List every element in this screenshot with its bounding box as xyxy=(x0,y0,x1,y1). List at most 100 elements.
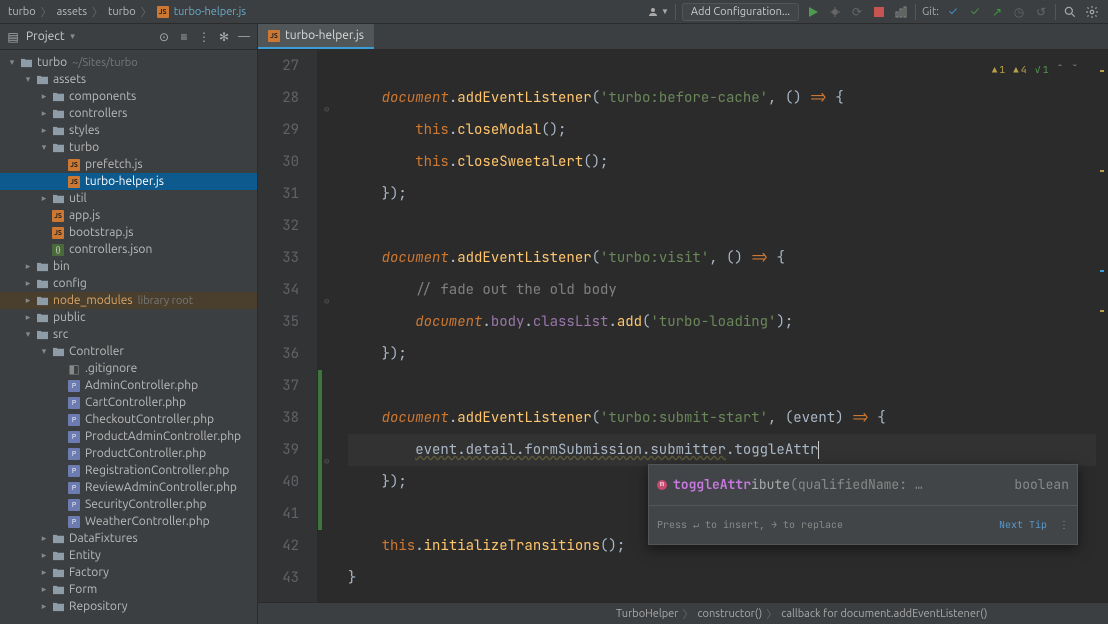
expand-arrow-icon[interactable]: ▸ xyxy=(38,91,50,102)
expand-arrow-icon[interactable]: ▸ xyxy=(22,261,34,272)
tree-item[interactable]: ▸node_moduleslibrary root xyxy=(0,292,257,309)
tree-item[interactable]: PReviewAdminController.php xyxy=(0,479,257,496)
hide-icon[interactable]: — xyxy=(237,30,251,44)
tree-item[interactable]: ▸Repository xyxy=(0,598,257,615)
tree-item[interactable]: ▾src xyxy=(0,326,257,343)
line-gutter[interactable]: 2728293031323334353637383940414243 xyxy=(258,50,318,602)
project-view-icon[interactable]: ▤ xyxy=(6,30,20,44)
breadcrumb-file[interactable]: turbo-helper.js xyxy=(174,6,246,18)
git-rollback-icon[interactable]: ↺ xyxy=(1033,4,1049,20)
tree-item[interactable]: ▸Entity xyxy=(0,547,257,564)
tree-item[interactable]: PWeatherController.php xyxy=(0,513,257,530)
tree-item[interactable]: JSturbo-helper.js xyxy=(0,173,257,190)
expand-arrow-icon[interactable]: ▸ xyxy=(38,584,50,595)
line-number[interactable]: 39 xyxy=(258,434,299,466)
tree-item[interactable]: PProductAdminController.php xyxy=(0,428,257,445)
tree-item[interactable]: ▸components xyxy=(0,88,257,105)
tree-item[interactable]: ▸controllers xyxy=(0,105,257,122)
tree-item[interactable]: PCartController.php xyxy=(0,394,257,411)
tree-item[interactable]: ▸styles xyxy=(0,122,257,139)
stop-icon[interactable] xyxy=(871,4,887,20)
expand-arrow-icon[interactable]: ▸ xyxy=(22,278,34,289)
expand-arrow-icon[interactable]: ▾ xyxy=(22,74,34,85)
expand-arrow-icon[interactable]: ▸ xyxy=(22,312,34,323)
line-number[interactable]: 28 xyxy=(258,82,299,114)
completion-item[interactable]: m toggleAttribute(qualifiedName: … boole… xyxy=(649,465,1077,505)
tree-item[interactable]: ▸DataFixtures xyxy=(0,530,257,547)
expand-arrow-icon[interactable]: ▸ xyxy=(38,601,50,612)
tree-item[interactable]: PProductController.php xyxy=(0,445,257,462)
tree-item[interactable]: ▾turbo~/Sites/turbo xyxy=(0,54,257,71)
expand-arrow-icon[interactable]: ▸ xyxy=(38,533,50,544)
run-icon[interactable] xyxy=(805,4,821,20)
run-tests-icon[interactable]: ⟳ xyxy=(849,4,865,20)
project-tree[interactable]: ▾turbo~/Sites/turbo▾assets▸components▸co… xyxy=(0,50,257,624)
line-number[interactable]: 32 xyxy=(258,210,299,242)
warnings-count[interactable]: ▲1 xyxy=(992,54,1005,86)
editor-scrollbar[interactable] xyxy=(1096,50,1108,602)
code-editor[interactable]: 2728293031323334353637383940414243 ⊖ ⊖ ⊖… xyxy=(258,50,1108,602)
next-highlight-icon[interactable]: ˇ xyxy=(1071,54,1078,86)
expand-arrow-icon[interactable]: ▸ xyxy=(38,108,50,119)
prev-highlight-icon[interactable]: ˆ xyxy=(1057,54,1064,86)
tree-item[interactable]: ▸util xyxy=(0,190,257,207)
select-opened-icon[interactable]: ⊙ xyxy=(157,30,171,44)
tree-item[interactable]: PSecurityController.php xyxy=(0,496,257,513)
fold-gutter[interactable]: ⊖ ⊖ ⊖ xyxy=(322,50,336,602)
tree-item[interactable]: JSprefetch.js xyxy=(0,156,257,173)
tree-item[interactable]: PAdminController.php xyxy=(0,377,257,394)
line-number[interactable]: 38 xyxy=(258,402,299,434)
tree-item[interactable]: ▸config xyxy=(0,275,257,292)
expand-arrow-icon[interactable]: ▾ xyxy=(6,57,18,68)
line-number[interactable]: 40 xyxy=(258,466,299,498)
expand-arrow-icon[interactable]: ▾ xyxy=(38,142,50,153)
inspections-widget[interactable]: ▲1 ▲4 ✓1 ˆ ˇ xyxy=(992,54,1078,86)
next-tip-link[interactable]: Next Tip xyxy=(999,518,1047,531)
git-commit-icon[interactable]: ✓ xyxy=(967,4,983,20)
expand-arrow-icon[interactable]: ▸ xyxy=(38,567,50,578)
git-history-icon[interactable]: ◷ xyxy=(1011,4,1027,20)
line-number[interactable]: 41 xyxy=(258,498,299,530)
tree-item[interactable]: ▸Factory xyxy=(0,564,257,581)
line-number[interactable]: 31 xyxy=(258,178,299,210)
expand-arrow-icon[interactable]: ▸ xyxy=(38,193,50,204)
line-number[interactable]: 29 xyxy=(258,114,299,146)
editor-tab[interactable]: JS turbo-helper.js xyxy=(258,24,374,49)
crumb[interactable]: TurboHelper xyxy=(616,608,678,620)
settings-icon[interactable]: ✻ xyxy=(217,30,231,44)
tree-item[interactable]: PRegistrationController.php xyxy=(0,462,257,479)
breadcrumb-part[interactable]: assets xyxy=(57,6,87,18)
line-number[interactable]: 30 xyxy=(258,146,299,178)
line-number[interactable]: 35 xyxy=(258,306,299,338)
expand-arrow-icon[interactable]: ▸ xyxy=(38,550,50,561)
weak-warnings-count[interactable]: ▲4 xyxy=(1013,54,1026,86)
collapse-all-icon[interactable]: ⋮ xyxy=(197,30,211,44)
breadcrumb-part[interactable]: turbo xyxy=(8,6,36,18)
tree-item[interactable]: ▾assets xyxy=(0,71,257,88)
code-completion-popup[interactable]: m toggleAttribute(qualifiedName: … boole… xyxy=(648,464,1078,545)
expand-arrow-icon[interactable]: ▸ xyxy=(22,295,34,306)
typos-count[interactable]: ✓1 xyxy=(1035,54,1049,86)
breadcrumb-part[interactable]: turbo xyxy=(108,6,136,18)
search-icon[interactable] xyxy=(1062,4,1078,20)
line-number[interactable]: 33 xyxy=(258,242,299,274)
tree-item[interactable]: ▾turbo xyxy=(0,139,257,156)
code-body[interactable]: ▲1 ▲4 ✓1 ˆ ˇ document.addEventListener('… xyxy=(336,50,1096,602)
tree-item[interactable]: JSapp.js xyxy=(0,207,257,224)
crumb[interactable]: callback for document.addEventListener() xyxy=(781,608,987,620)
profiler-icon[interactable] xyxy=(893,4,909,20)
git-update-icon[interactable]: ✓ xyxy=(945,4,961,20)
expand-all-icon[interactable]: ≡ xyxy=(177,30,191,44)
tree-item[interactable]: JSbootstrap.js xyxy=(0,224,257,241)
run-config-button[interactable]: Add Configuration... xyxy=(682,3,799,21)
expand-arrow-icon[interactable]: ▸ xyxy=(38,125,50,136)
expand-arrow-icon[interactable]: ▾ xyxy=(38,346,50,357)
line-number[interactable]: 37 xyxy=(258,370,299,402)
tree-item[interactable]: PCheckoutController.php xyxy=(0,411,257,428)
git-push-icon[interactable]: ↗ xyxy=(989,4,1005,20)
line-number[interactable]: 36 xyxy=(258,338,299,370)
tree-item[interactable]: ▸public xyxy=(0,309,257,326)
crumb[interactable]: constructor() xyxy=(697,608,762,620)
tree-item[interactable]: ▾Controller xyxy=(0,343,257,360)
settings-icon[interactable] xyxy=(1084,4,1100,20)
